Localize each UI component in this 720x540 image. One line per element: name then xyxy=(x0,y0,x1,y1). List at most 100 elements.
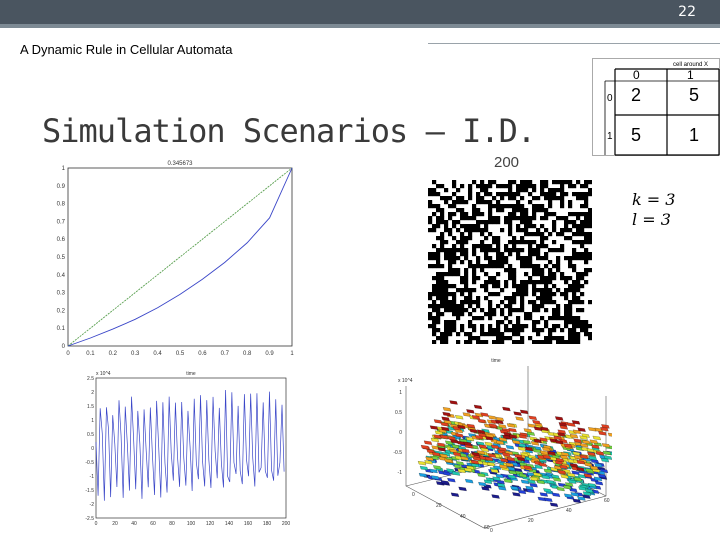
black-cell xyxy=(500,264,505,269)
surface-patch xyxy=(552,477,562,482)
black-cell xyxy=(508,300,513,305)
surface-patch xyxy=(433,465,442,470)
black-cell xyxy=(460,324,465,329)
black-cell xyxy=(532,320,537,325)
slide-title: Simulation Scenarios – I.D. xyxy=(42,112,536,150)
y-tick-label: 0 xyxy=(62,344,66,350)
black-cell xyxy=(520,216,525,221)
black-cell xyxy=(532,224,537,229)
black-cell xyxy=(440,300,445,305)
black-cell xyxy=(536,252,541,257)
black-cell xyxy=(508,320,513,325)
black-cell xyxy=(508,240,513,245)
black-cell xyxy=(452,300,457,305)
black-cell xyxy=(528,192,533,197)
black-cell xyxy=(492,196,497,201)
black-cell xyxy=(456,200,461,205)
y-tick-label: 0.5 xyxy=(57,255,66,261)
black-cell xyxy=(472,316,477,321)
black-cell xyxy=(484,264,489,269)
black-cell xyxy=(536,268,541,273)
black-cell xyxy=(528,276,533,281)
surface-patch xyxy=(523,428,532,433)
black-cell xyxy=(584,232,589,237)
param-l: l = 3 xyxy=(632,210,671,229)
black-cell xyxy=(564,316,569,321)
black-cell xyxy=(436,184,441,189)
black-cell xyxy=(568,236,573,241)
black-cell xyxy=(492,312,497,317)
black-cell xyxy=(552,220,557,225)
black-cell xyxy=(580,204,585,209)
black-cell xyxy=(548,232,553,237)
black-cell xyxy=(516,308,521,313)
black-cell xyxy=(580,284,585,289)
black-cell xyxy=(480,196,485,201)
black-cell xyxy=(468,312,473,317)
black-cell xyxy=(568,320,573,325)
black-cell xyxy=(512,332,517,337)
black-cell xyxy=(576,300,581,305)
black-cell xyxy=(436,296,441,301)
black-cell xyxy=(472,212,477,217)
black-cell xyxy=(436,236,441,241)
black-cell xyxy=(456,316,461,321)
black-cell xyxy=(464,256,469,261)
black-cell xyxy=(508,204,513,209)
black-cell xyxy=(544,180,549,185)
black-cell xyxy=(520,260,525,265)
black-cell xyxy=(548,192,553,197)
black-cell xyxy=(452,204,457,209)
black-cell xyxy=(484,340,489,344)
black-cell xyxy=(544,216,549,221)
black-cell xyxy=(544,184,549,189)
black-cell xyxy=(588,268,592,273)
black-cell xyxy=(528,280,533,285)
black-cell xyxy=(456,208,461,213)
black-cell xyxy=(580,300,585,305)
black-cell xyxy=(572,220,577,225)
black-cell xyxy=(528,260,533,265)
black-cell xyxy=(552,192,557,197)
black-cell xyxy=(556,232,561,237)
black-cell xyxy=(468,332,473,337)
black-cell xyxy=(536,328,541,333)
surface-patch xyxy=(451,471,461,476)
black-cell xyxy=(572,316,577,321)
black-cell xyxy=(520,196,525,201)
black-cell xyxy=(584,328,589,333)
black-cell xyxy=(536,264,541,269)
black-cell xyxy=(432,224,437,229)
black-cell xyxy=(444,308,449,313)
black-cell xyxy=(484,256,489,261)
y-tick-label: 2 xyxy=(91,390,94,396)
black-cell xyxy=(472,272,477,277)
black-cell xyxy=(432,204,437,209)
black-cell xyxy=(524,312,529,317)
black-cell xyxy=(564,192,569,197)
black-cell xyxy=(568,212,573,217)
black-cell xyxy=(508,184,513,189)
black-cell xyxy=(524,184,529,189)
black-cell xyxy=(484,192,489,197)
black-cell xyxy=(468,292,473,297)
black-cell xyxy=(472,248,477,253)
black-cell xyxy=(456,240,461,245)
y-tick-label: 0.5 xyxy=(87,432,94,438)
black-cell xyxy=(472,328,477,333)
black-cell xyxy=(544,336,549,341)
black-cell xyxy=(488,180,493,185)
black-cell xyxy=(488,260,493,265)
row-header-0: 0 xyxy=(607,93,613,104)
black-cell xyxy=(544,264,549,269)
black-cell xyxy=(440,184,445,189)
col-header-0: 0 xyxy=(633,68,640,82)
black-cell xyxy=(588,236,592,241)
black-cell xyxy=(580,184,585,189)
black-cell xyxy=(508,188,513,193)
black-cell xyxy=(444,280,449,285)
black-cell xyxy=(536,228,541,233)
black-cell xyxy=(452,304,457,309)
black-cell xyxy=(564,216,569,221)
black-cell xyxy=(564,220,569,225)
